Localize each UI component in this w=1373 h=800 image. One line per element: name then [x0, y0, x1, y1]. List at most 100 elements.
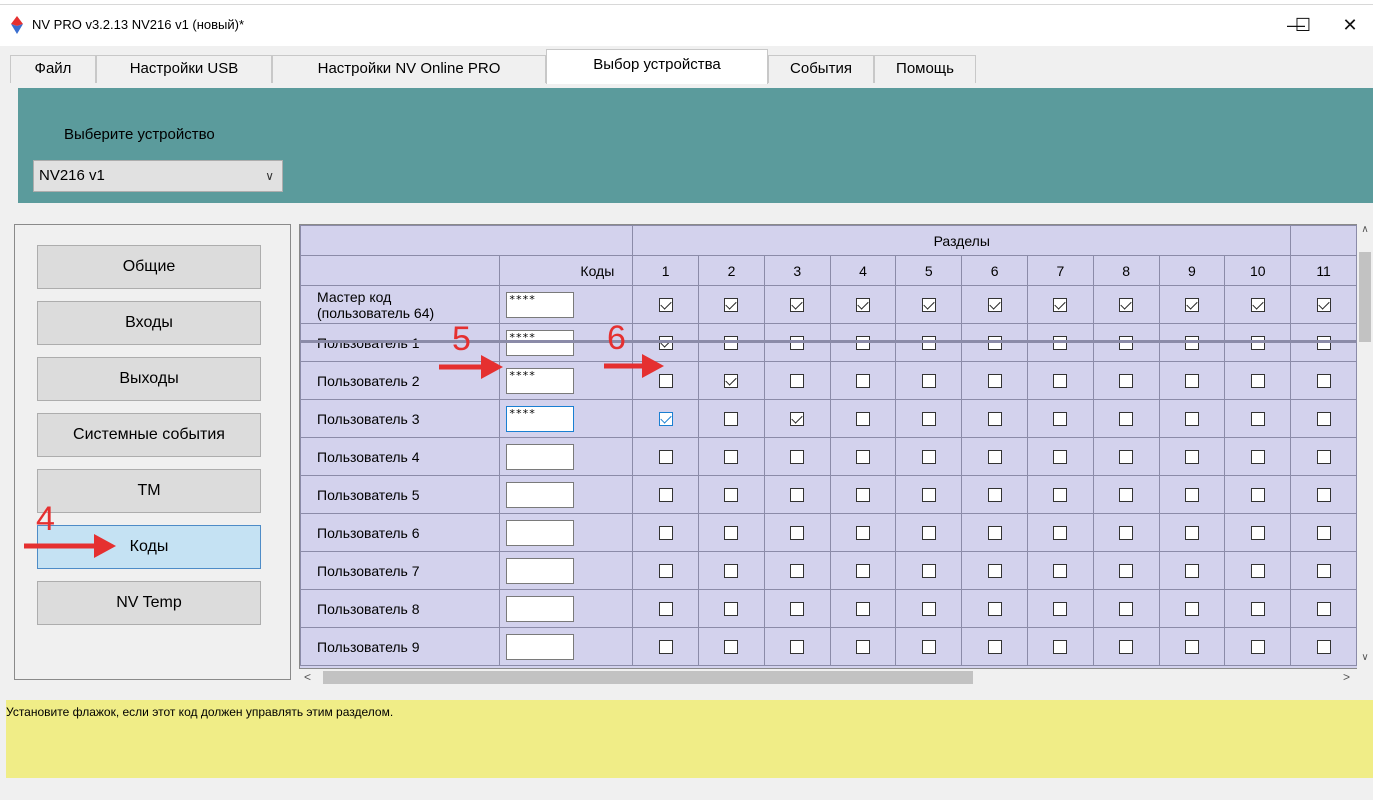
section-checkbox[interactable] [658, 411, 673, 426]
scroll-right-icon[interactable]: > [1343, 669, 1350, 686]
section-checkbox[interactable] [921, 601, 936, 616]
section-checkbox[interactable] [1053, 411, 1068, 426]
section-checkbox[interactable] [790, 639, 805, 654]
section-checkbox[interactable] [856, 373, 871, 388]
section-checkbox[interactable] [856, 639, 871, 654]
section-checkbox[interactable] [724, 373, 739, 388]
section-checkbox[interactable] [921, 297, 936, 312]
section-checkbox[interactable] [1316, 639, 1331, 654]
section-checkbox[interactable] [1053, 525, 1068, 540]
section-checkbox[interactable] [1053, 297, 1068, 312]
code-input[interactable] [505, 633, 574, 660]
code-input[interactable] [505, 519, 574, 546]
section-checkbox[interactable] [790, 487, 805, 502]
section-checkbox[interactable] [1184, 297, 1199, 312]
section-checkbox[interactable] [1184, 373, 1199, 388]
section-checkbox[interactable] [724, 449, 739, 464]
section-checkbox[interactable] [1316, 563, 1331, 578]
section-checkbox[interactable] [1119, 601, 1134, 616]
section-checkbox[interactable] [724, 297, 739, 312]
section-checkbox[interactable] [1119, 525, 1134, 540]
section-checkbox[interactable] [1119, 297, 1134, 312]
section-checkbox[interactable] [1250, 297, 1265, 312]
section-checkbox[interactable] [1184, 487, 1199, 502]
nav-general[interactable]: Общие [37, 245, 261, 289]
section-checkbox[interactable] [724, 601, 739, 616]
section-checkbox[interactable] [987, 373, 1002, 388]
code-input[interactable]: **** [505, 291, 574, 318]
code-input[interactable] [505, 481, 574, 508]
section-checkbox[interactable] [1250, 563, 1265, 578]
horizontal-scroll-thumb[interactable] [323, 671, 973, 684]
section-checkbox[interactable] [1119, 563, 1134, 578]
code-input[interactable] [505, 443, 574, 470]
section-checkbox[interactable] [1250, 639, 1265, 654]
section-checkbox[interactable] [987, 449, 1002, 464]
section-checkbox[interactable] [658, 449, 673, 464]
section-checkbox[interactable] [856, 449, 871, 464]
section-checkbox[interactable] [724, 525, 739, 540]
section-checkbox[interactable] [1053, 373, 1068, 388]
section-checkbox[interactable] [790, 601, 805, 616]
section-checkbox[interactable] [921, 373, 936, 388]
nav-nv-temp[interactable]: NV Temp [37, 581, 261, 625]
section-checkbox[interactable] [658, 563, 673, 578]
section-checkbox[interactable] [987, 411, 1002, 426]
section-checkbox[interactable] [1053, 563, 1068, 578]
section-checkbox[interactable] [1316, 525, 1331, 540]
section-checkbox[interactable] [790, 297, 805, 312]
section-checkbox[interactable] [921, 563, 936, 578]
section-checkbox[interactable] [1053, 601, 1068, 616]
section-checkbox[interactable] [724, 639, 739, 654]
section-checkbox[interactable] [1316, 487, 1331, 502]
vertical-scrollbar[interactable]: ∧ ∨ [1357, 224, 1373, 669]
section-checkbox[interactable] [1119, 373, 1134, 388]
section-checkbox[interactable] [921, 411, 936, 426]
tab-help[interactable]: Помощь [874, 55, 976, 83]
section-checkbox[interactable] [1250, 487, 1265, 502]
section-checkbox[interactable] [856, 601, 871, 616]
code-input[interactable]: **** [505, 405, 574, 432]
section-checkbox[interactable] [1316, 373, 1331, 388]
section-checkbox[interactable] [856, 411, 871, 426]
section-checkbox[interactable] [1316, 297, 1331, 312]
scroll-left-icon[interactable]: < [304, 669, 311, 686]
section-checkbox[interactable] [1250, 525, 1265, 540]
vertical-scroll-thumb[interactable] [1359, 252, 1371, 342]
section-checkbox[interactable] [724, 411, 739, 426]
section-checkbox[interactable] [790, 563, 805, 578]
section-checkbox[interactable] [987, 639, 1002, 654]
section-checkbox[interactable] [1316, 601, 1331, 616]
section-checkbox[interactable] [1184, 639, 1199, 654]
section-checkbox[interactable] [1119, 449, 1134, 464]
device-dropdown[interactable]: NV216 v1 ∨ [33, 160, 283, 192]
section-checkbox[interactable] [921, 525, 936, 540]
section-checkbox[interactable] [658, 487, 673, 502]
section-checkbox[interactable] [921, 449, 936, 464]
section-checkbox[interactable] [856, 525, 871, 540]
nav-inputs[interactable]: Входы [37, 301, 261, 345]
section-checkbox[interactable] [856, 297, 871, 312]
section-checkbox[interactable] [987, 525, 1002, 540]
section-checkbox[interactable] [658, 525, 673, 540]
section-checkbox[interactable] [1250, 373, 1265, 388]
section-checkbox[interactable] [987, 487, 1002, 502]
section-checkbox[interactable] [856, 487, 871, 502]
section-checkbox[interactable] [921, 639, 936, 654]
section-checkbox[interactable] [790, 411, 805, 426]
section-checkbox[interactable] [790, 373, 805, 388]
nav-tm[interactable]: ТМ [37, 469, 261, 513]
nav-outputs[interactable]: Выходы [37, 357, 261, 401]
maximize-button[interactable]: ☐ [1280, 10, 1326, 40]
scroll-down-icon[interactable]: ∨ [1357, 652, 1373, 663]
section-checkbox[interactable] [856, 563, 871, 578]
tab-events[interactable]: События [768, 55, 874, 83]
code-input[interactable] [505, 595, 574, 622]
section-checkbox[interactable] [658, 639, 673, 654]
close-button[interactable]: ✕ [1327, 10, 1373, 40]
section-checkbox[interactable] [1316, 411, 1331, 426]
horizontal-scrollbar[interactable]: < > [299, 669, 1358, 686]
section-checkbox[interactable] [987, 563, 1002, 578]
scroll-up-icon[interactable]: ∧ [1357, 224, 1373, 235]
section-checkbox[interactable] [658, 297, 673, 312]
